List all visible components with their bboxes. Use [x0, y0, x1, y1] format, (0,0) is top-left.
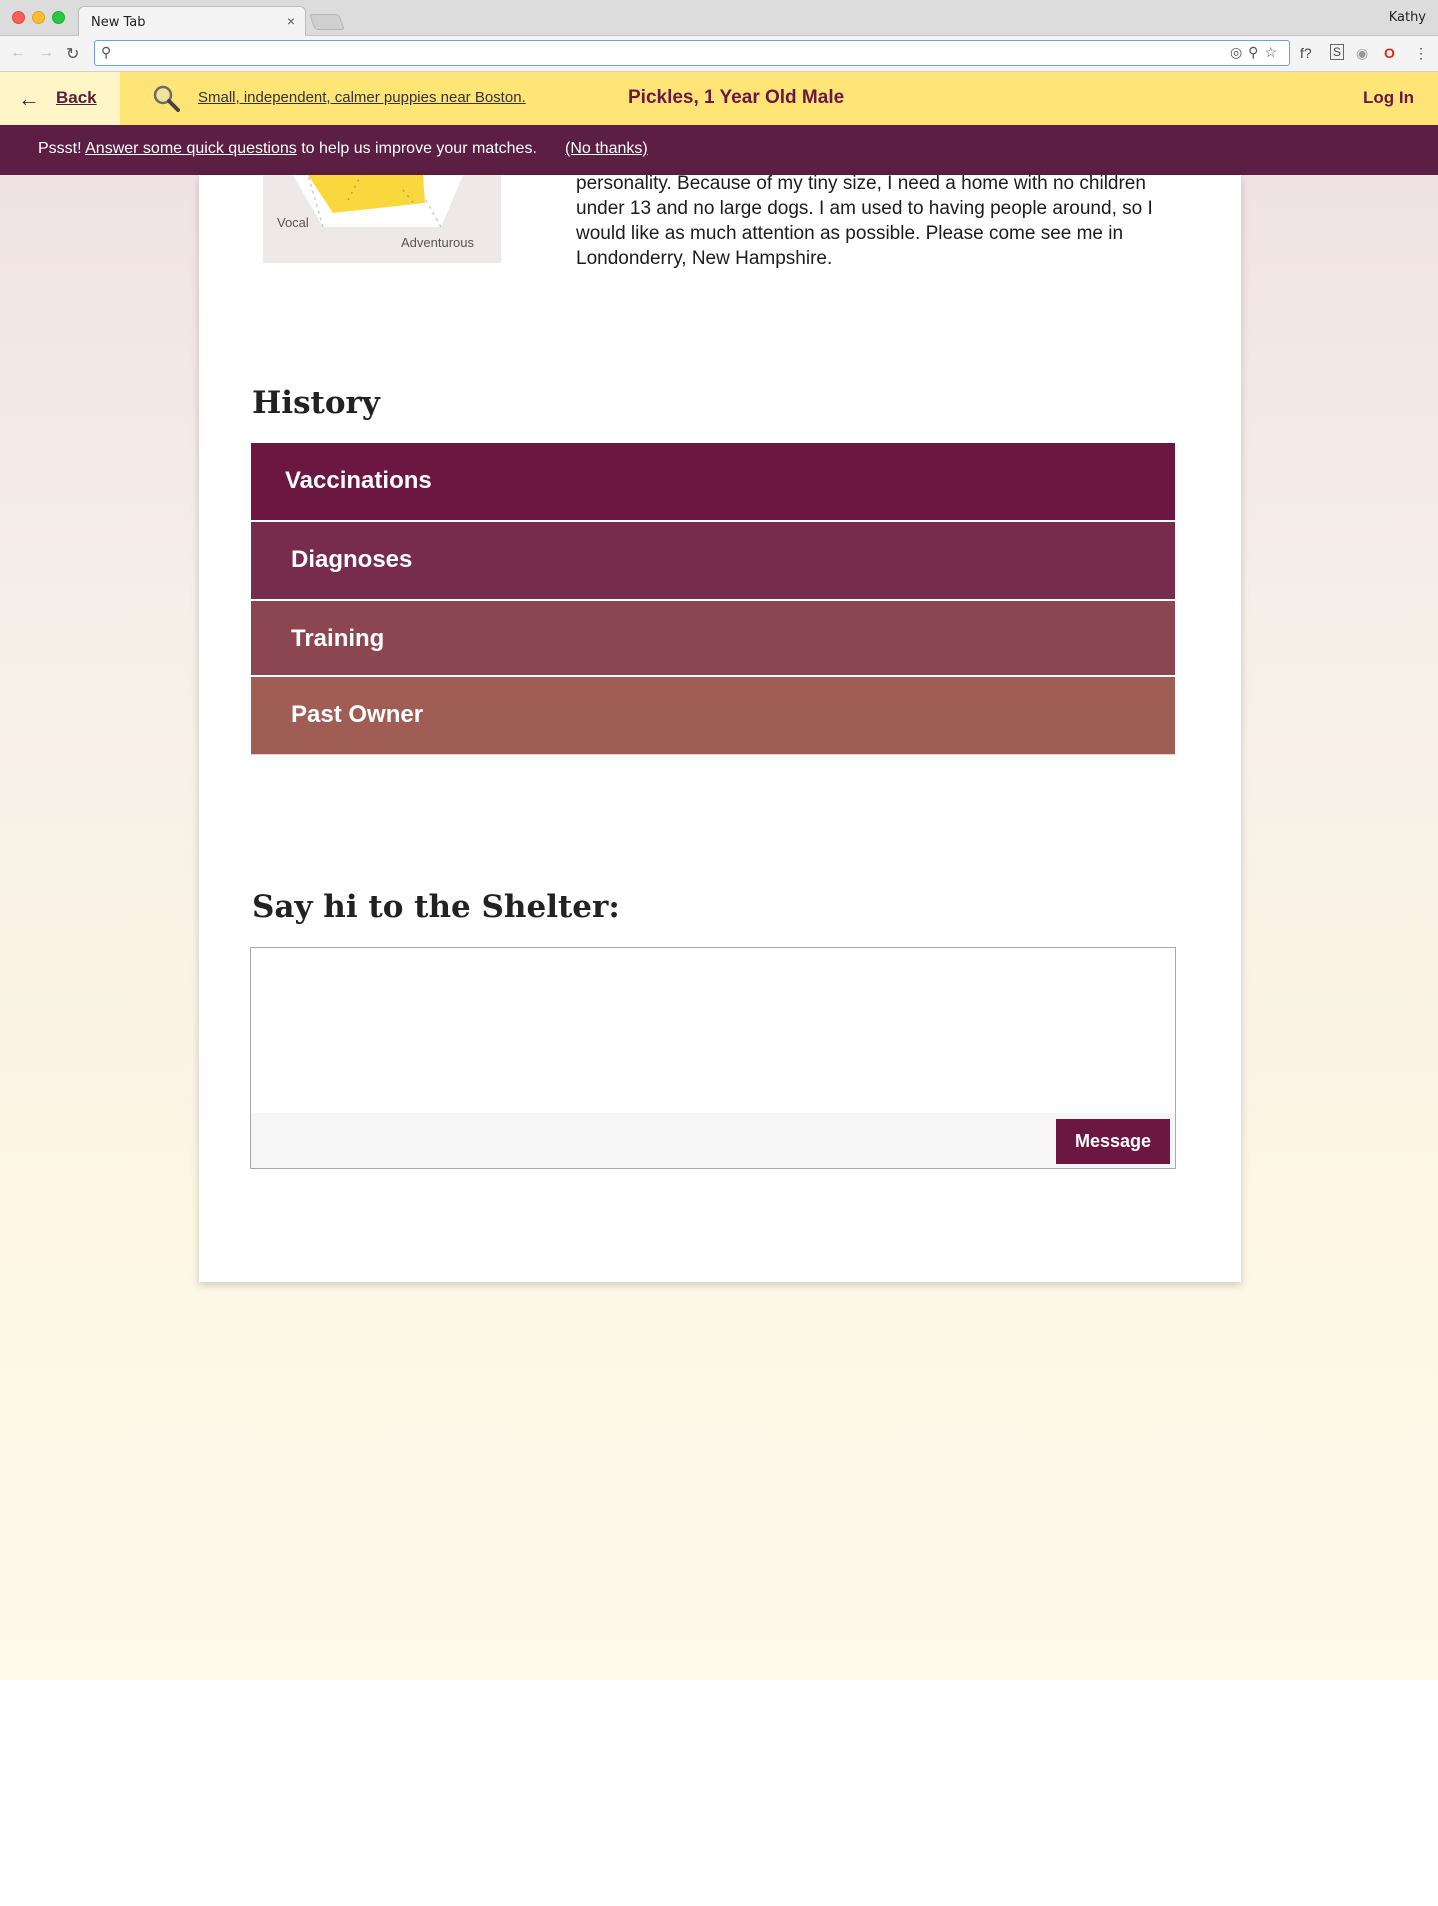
shelter-heading: Say hi to the Shelter: [252, 889, 620, 925]
maximize-window-icon[interactable] [52, 11, 65, 24]
login-link[interactable]: Log In [1363, 88, 1414, 108]
more-menu-icon[interactable]: ⋮ [1414, 45, 1428, 62]
tab-close-icon[interactable]: × [287, 13, 295, 29]
magnifying-glass-icon[interactable] [152, 84, 180, 112]
history-item-vaccinations[interactable]: Vaccinations [251, 443, 1175, 522]
history-item-label: Vaccinations [285, 467, 432, 494]
saved-search-link[interactable]: Small, independent, calmer puppies near … [198, 89, 526, 106]
pet-bio: personality. Because of my tiny size, I … [576, 173, 1153, 269]
browser-tab-strip: New Tab × Kathy [0, 0, 1438, 37]
site-header: ← Back Small, independent, calmer puppie… [0, 72, 1438, 125]
quick-questions-link[interactable]: Answer some quick questions [85, 140, 297, 157]
history-item-label: Diagnoses [291, 546, 413, 573]
history-item-past-owner[interactable]: Past Owner [251, 677, 1175, 755]
no-thanks-link[interactable]: (No thanks) [565, 140, 648, 158]
profile-name[interactable]: Kathy [1389, 10, 1426, 25]
banner-prefix: Pssst! [38, 140, 86, 157]
camera-icon[interactable]: ◉ [1356, 45, 1368, 62]
history-accordion: Vaccinations Diagnoses Training Past Own… [251, 443, 1175, 755]
history-heading: History [252, 385, 380, 421]
address-bar[interactable]: ⚲ ◎⚲☆ [94, 40, 1290, 66]
close-window-icon[interactable] [12, 11, 25, 24]
reload-icon[interactable]: ↻ [66, 44, 79, 64]
new-tab-button[interactable] [309, 14, 345, 30]
banner-suffix: to help us improve your matches. [296, 140, 537, 157]
banner-message: Pssst! Answer some quick questions to he… [38, 140, 537, 158]
page-title: Pickles, 1 Year Old Male [628, 87, 845, 108]
message-composer: Message [250, 947, 1176, 1169]
browser-toolbar: ← → ↻ ⚲ ◎⚲☆ f? S ◉ O ⋮ [0, 36, 1438, 72]
left-arrow-icon: ← [18, 86, 40, 111]
history-item-training[interactable]: Training [251, 601, 1175, 677]
message-button[interactable]: Message [1056, 1119, 1170, 1164]
browser-tab[interactable]: New Tab × [78, 6, 306, 37]
radar-label-adventurous: Adventurous [401, 235, 474, 250]
radar-label-vocal: Vocal [277, 215, 309, 230]
search-icon: ⚲ [101, 44, 112, 60]
tab-title: New Tab [91, 15, 146, 30]
message-input[interactable] [251, 948, 1175, 1113]
history-item-diagnoses[interactable]: Diagnoses [251, 522, 1175, 601]
message-footer: Message [251, 1113, 1175, 1168]
history-item-label: Past Owner [291, 701, 424, 728]
pet-profile-card: Vocal Adventurous personality. Because o… [199, 173, 1241, 1282]
back-arrow-icon[interactable]: ← [10, 44, 26, 62]
extension-f-icon[interactable]: f? [1300, 45, 1312, 61]
feedback-banner: Pssst! Answer some quick questions to he… [0, 125, 1438, 175]
omnibox-actions[interactable]: ◎⚲☆ [1230, 44, 1283, 61]
back-button[interactable]: ← Back [0, 72, 120, 125]
personality-radar-chart: Vocal Adventurous [263, 175, 501, 263]
back-label[interactable]: Back [56, 88, 97, 108]
opera-icon[interactable]: O [1384, 45, 1395, 61]
extension-s-icon[interactable]: S [1330, 44, 1345, 60]
forward-arrow-icon[interactable]: → [38, 44, 54, 62]
history-item-label: Training [291, 625, 385, 652]
minimize-window-icon[interactable] [32, 11, 45, 24]
